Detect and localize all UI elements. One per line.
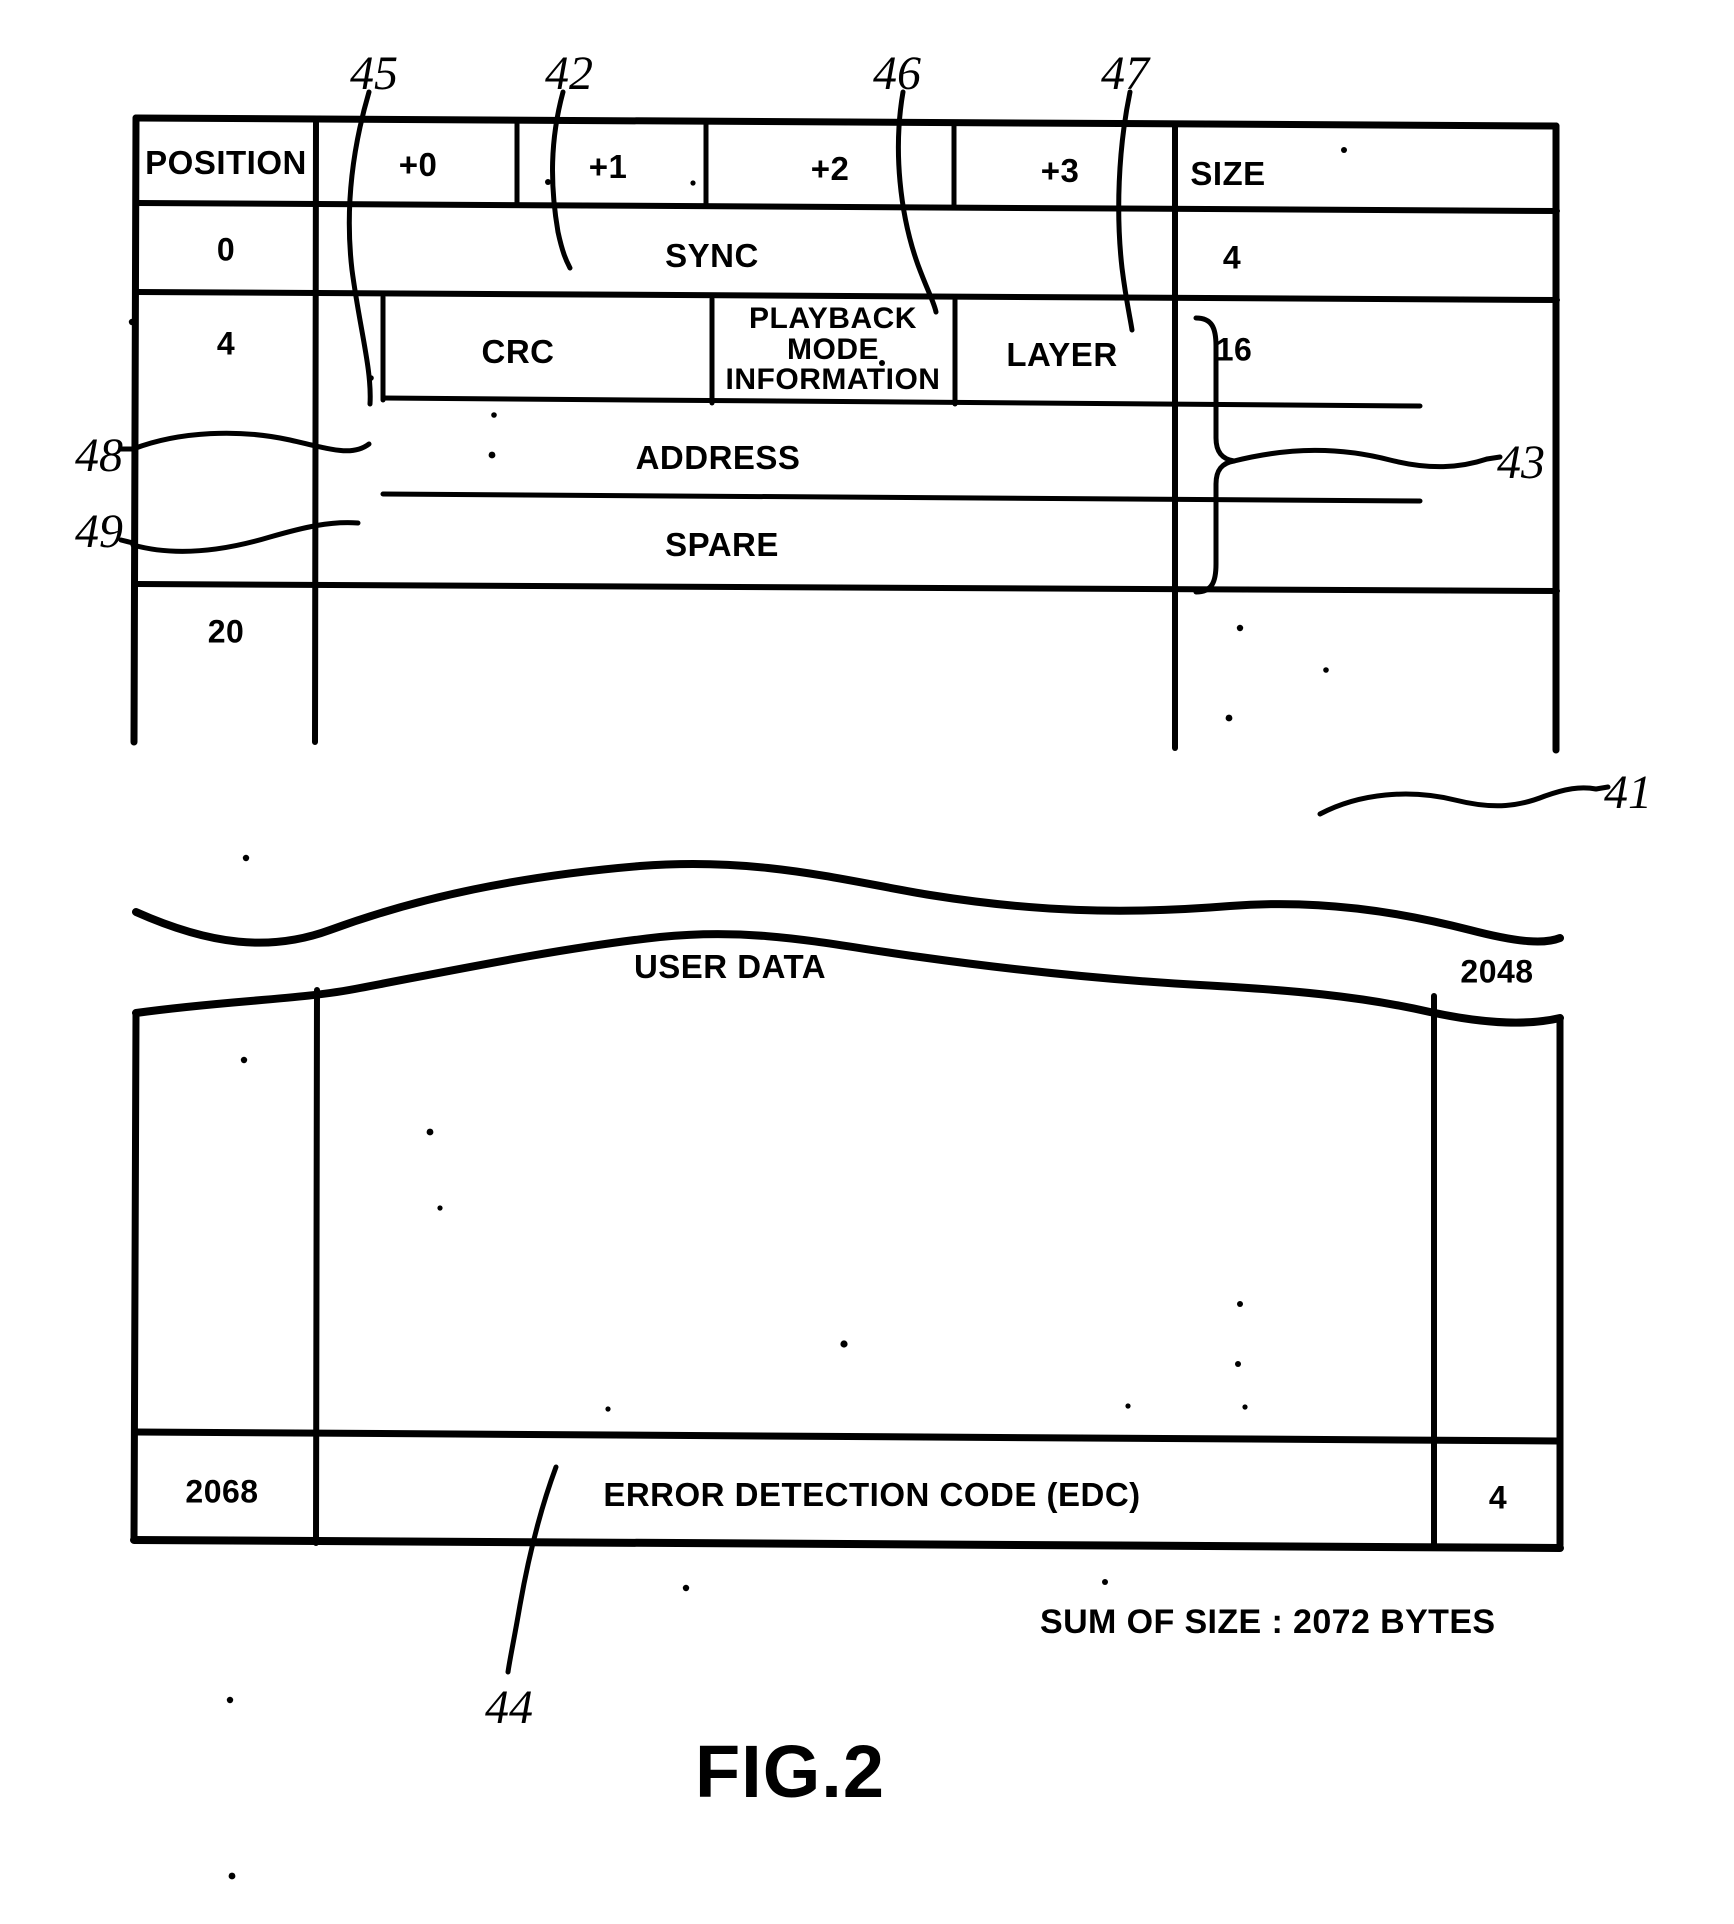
patent-figure: POSITION +0 +1 +2 +3 SIZE 0 SYNC 4 4 CRC… (0, 0, 1734, 1924)
figure-caption: FIG.2 (694, 1730, 886, 1814)
leader-dashes (118, 446, 1611, 792)
